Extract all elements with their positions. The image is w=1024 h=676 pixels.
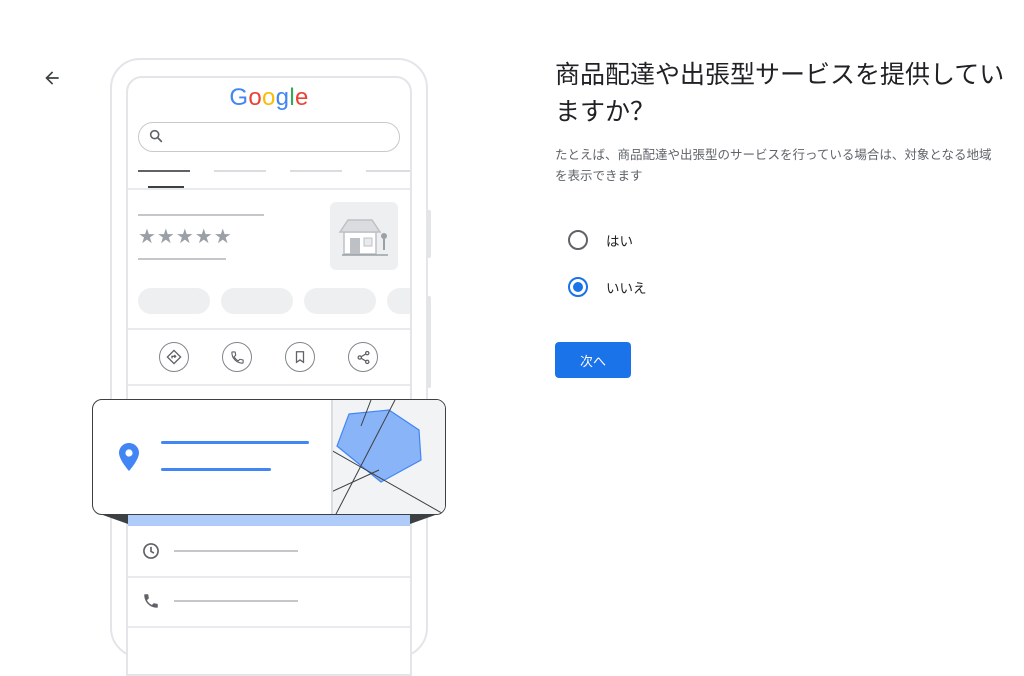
option-yes-label: はい [606, 234, 633, 250]
option-yes[interactable]: はい [568, 230, 633, 250]
search-icon [148, 128, 164, 148]
service-area-card [92, 399, 446, 515]
divider [128, 576, 410, 578]
logo-letter: e [294, 84, 309, 111]
placeholder-line [138, 258, 226, 260]
radio-yes[interactable] [568, 230, 588, 250]
radio-no[interactable] [568, 277, 588, 297]
logo-letter: o [262, 84, 276, 111]
storefront-icon [330, 202, 398, 270]
phone-side-button [426, 210, 431, 258]
service-area-map [330, 400, 445, 514]
rating-stars: ★★★★★ [138, 224, 233, 248]
phone-icon [222, 342, 252, 372]
phone-icon [140, 590, 162, 612]
share-icon [348, 342, 378, 372]
option-no[interactable]: いいえ [568, 277, 647, 297]
back-button[interactable] [36, 64, 68, 96]
placeholder-line [174, 600, 298, 602]
next-button[interactable]: 次へ [555, 342, 631, 378]
logo-letter: o [248, 84, 262, 111]
mock-search-bar [138, 122, 400, 152]
placeholder-line [161, 441, 309, 444]
divider [128, 626, 410, 628]
arrow-back-icon [42, 68, 62, 92]
highlight-strip [128, 514, 410, 526]
divider [128, 328, 410, 330]
mock-chip [304, 288, 376, 314]
google-logo: Google [128, 84, 410, 112]
phone-side-button [426, 296, 431, 388]
logo-letter: G [229, 84, 249, 111]
clock-icon [140, 540, 162, 562]
placeholder-line [138, 214, 264, 216]
phone-screen: Google ★★★★★ [126, 76, 412, 676]
card-shadow [100, 514, 128, 524]
directions-icon [159, 342, 189, 372]
location-pin-icon [117, 442, 141, 476]
mock-tabs [138, 170, 410, 190]
mock-chip [138, 288, 210, 314]
page-description: たとえば、商品配達や出張型のサービスを行っている場合は、対象となる地域を表示でき… [555, 147, 992, 183]
card-shadow [410, 514, 438, 524]
divider [128, 188, 410, 190]
mock-chip [221, 288, 293, 314]
mock-chip [387, 288, 410, 314]
placeholder-line [161, 468, 271, 471]
page-title: 商品配達や出張型サービスを提供していますか？ [555, 60, 1005, 126]
placeholder-line [174, 550, 298, 552]
bookmark-icon [285, 342, 315, 372]
logo-letter: g [275, 84, 290, 111]
divider [128, 384, 410, 386]
option-no-label: いいえ [606, 281, 647, 297]
